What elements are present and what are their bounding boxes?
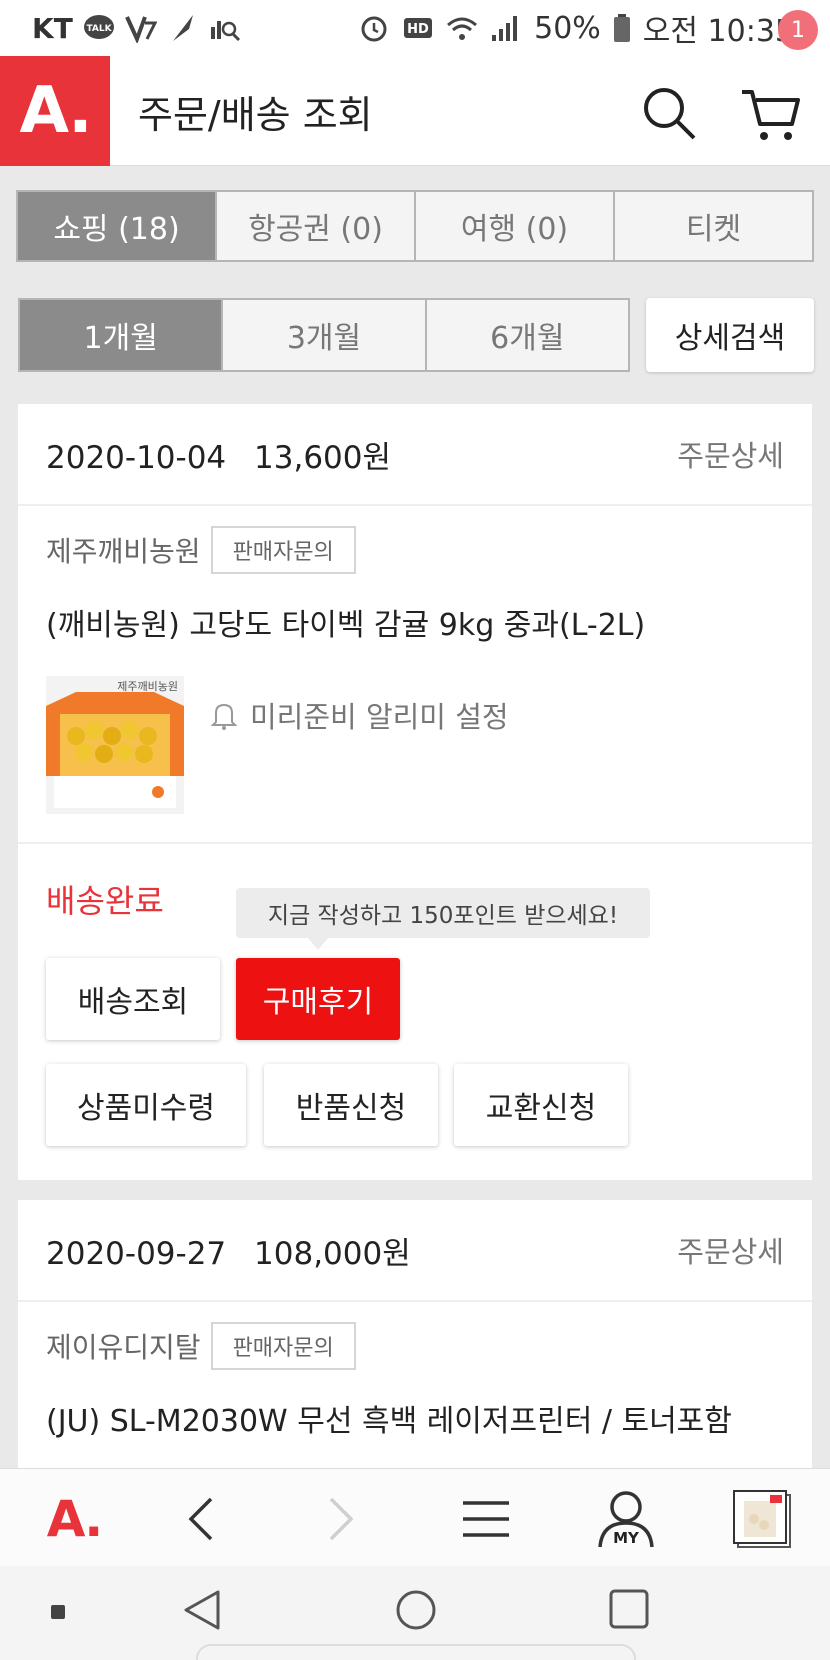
not-received-button[interactable]: 상품미수령	[46, 1064, 246, 1146]
seller-name: 제이유디지탈	[46, 1331, 201, 1364]
talk-icon: TALK	[83, 15, 114, 39]
delivery-status: 배송완료	[46, 882, 164, 920]
svg-text:TALK: TALK	[86, 24, 112, 34]
system-home-icon[interactable]	[394, 1588, 438, 1632]
status-bar: KT TALK HD 50% 오전 10:35	[0, 0, 830, 56]
status-right: HD 50% 오전 10:35	[358, 6, 794, 50]
chevron-left-icon	[188, 1497, 213, 1541]
bell-icon	[210, 703, 238, 730]
product-thumbnail[interactable]: 제주깨비농원	[46, 676, 184, 814]
tab-shopping[interactable]: 쇼핑 (18)	[18, 192, 217, 260]
clock: 오전 10:35	[642, 14, 794, 49]
period-6-months[interactable]: 6개월	[427, 300, 628, 370]
signal-icon	[492, 16, 518, 41]
order-header: 2020-09-27 108,000원 주문상세	[18, 1200, 812, 1302]
logo-text: A.	[19, 74, 92, 148]
review-points-tooltip: 지금 작성하고 150포인트 받으세요!	[236, 888, 650, 950]
gesture-handle	[196, 1644, 636, 1660]
back-button[interactable]	[170, 1489, 230, 1549]
logo[interactable]: A.	[0, 56, 110, 166]
cart-icon[interactable]	[740, 84, 804, 144]
thumbnail-caption: 제주깨비농원	[117, 680, 178, 693]
track-delivery-button[interactable]: 배송조회	[46, 958, 220, 1040]
period-3-months[interactable]: 3개월	[223, 300, 427, 370]
hd-icon: HD	[404, 18, 433, 38]
period-filter: 1개월 3개월 6개월	[18, 298, 630, 372]
system-recents-icon[interactable]	[608, 1588, 650, 1630]
exchange-request-button[interactable]: 교환신청	[454, 1064, 628, 1146]
recent-item-button[interactable]	[732, 1489, 792, 1549]
period-1-month[interactable]: 1개월	[20, 300, 224, 370]
bottom-logo: A.	[46, 1490, 104, 1548]
divider	[18, 842, 812, 844]
tab-ticket[interactable]: 티켓	[615, 192, 812, 260]
v-app-icon	[124, 16, 157, 43]
order-summary: 2020-10-04 13,600원	[46, 432, 391, 477]
menu-button[interactable]	[456, 1489, 516, 1549]
app-header: A. 주문/배송 조회	[0, 56, 830, 166]
category-tabs: 쇼핑 (18) 항공권 (0) 여행 (0) 티켓	[16, 190, 814, 262]
detail-search-button[interactable]: 상세검색	[646, 298, 814, 372]
seller-row: 제주깨비농원 판매자문의	[46, 526, 356, 574]
wifi-icon	[447, 17, 478, 40]
seller-row: 제이유디지탈 판매자문의	[46, 1322, 356, 1370]
dot-icon	[51, 1605, 65, 1619]
write-review-button[interactable]: 구매후기	[236, 958, 400, 1040]
alarm-icon	[361, 16, 387, 42]
status-left: KT TALK	[32, 12, 241, 45]
tab-travel[interactable]: 여행 (0)	[416, 192, 615, 260]
order-detail-link[interactable]: 주문상세	[677, 1229, 784, 1271]
order-date: 2020-10-04	[46, 439, 227, 476]
order-card: 2020-09-27 108,000원 주문상세 제이유디지탈 판매자문의 (J…	[18, 1200, 812, 1490]
carrier-label: KT	[32, 11, 73, 45]
order-date: 2020-09-27	[46, 1235, 227, 1272]
return-request-button[interactable]: 반품신청	[264, 1064, 438, 1146]
tab-flight[interactable]: 항공권 (0)	[217, 192, 416, 260]
seller-inquiry-button[interactable]: 판매자문의	[210, 526, 356, 574]
menu-icon	[463, 1501, 509, 1537]
cart-count-badge: 1	[778, 10, 818, 50]
home-logo-button[interactable]: A.	[34, 1489, 114, 1549]
tangerine-box-image	[46, 676, 184, 814]
order-amount: 108,000원	[254, 1235, 411, 1272]
recent-product-thumbnail	[733, 1490, 791, 1548]
search-icon[interactable]	[640, 84, 698, 142]
order-card: 2020-10-04 13,600원 주문상세 제주깨비농원 판매자문의 (깨비…	[18, 404, 812, 1180]
order-amount: 13,600원	[254, 439, 392, 476]
product-name[interactable]: (JU) SL-M2030W 무선 흑백 레이저프린터 / 토너포함	[46, 1396, 732, 1440]
feather-icon	[172, 15, 193, 41]
chevron-right-icon	[329, 1497, 354, 1541]
forward-button[interactable]	[312, 1489, 372, 1549]
alarm-label: 미리준비 알리미 설정	[250, 700, 509, 734]
chart-search-icon	[210, 21, 240, 42]
bottom-app-bar: A. MY	[0, 1468, 830, 1566]
prepare-alarm-link[interactable]: 미리준비 알리미 설정	[210, 694, 509, 736]
my-label: MY	[613, 1529, 639, 1547]
product-name[interactable]: (깨비농원) 고당도 타이벡 감귤 9kg 중과(L-2L)	[46, 600, 645, 644]
battery-percent: 50%	[534, 10, 601, 46]
my-page-button[interactable]: MY	[594, 1489, 658, 1549]
order-header: 2020-10-04 13,600원 주문상세	[18, 404, 812, 506]
seller-name: 제주깨비농원	[46, 535, 201, 568]
battery-icon	[613, 14, 630, 42]
seller-inquiry-button[interactable]: 판매자문의	[210, 1322, 356, 1370]
order-summary: 2020-09-27 108,000원	[46, 1228, 411, 1273]
svg-text:HD: HD	[407, 22, 429, 37]
order-detail-link[interactable]: 주문상세	[677, 433, 784, 475]
system-back-icon[interactable]	[182, 1588, 222, 1632]
page-title: 주문/배송 조회	[138, 93, 373, 137]
